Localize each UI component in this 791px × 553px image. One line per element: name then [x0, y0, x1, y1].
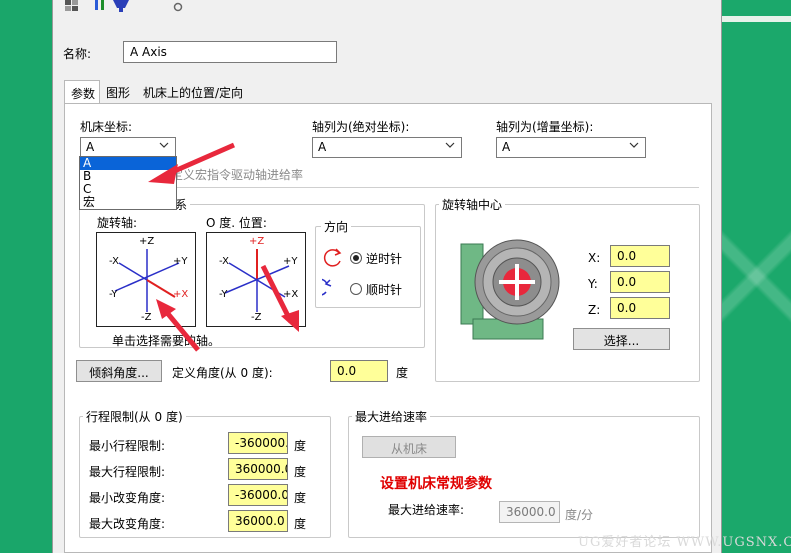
axis-ny-zero: -Y — [219, 289, 228, 300]
max-feed-unit: 度/分 — [565, 508, 594, 522]
machine-coord-value: A — [86, 140, 95, 154]
abs-coord-value: A — [318, 140, 327, 154]
axis-pz-zero: +Z — [249, 236, 265, 247]
max-travel-label: 最大行程限制: — [89, 465, 166, 479]
max-change-input[interactable]: 36000.0 — [228, 510, 288, 532]
abs-coord-label: 轴列为(绝对坐标): — [312, 120, 410, 134]
annotation-arrow-icon — [148, 142, 236, 184]
direction-title: 方向 — [321, 218, 352, 235]
center-x-input[interactable]: 0.0 — [610, 245, 670, 267]
axis-ny: -Y — [109, 289, 118, 300]
center-z-input[interactable]: 0.0 — [610, 297, 670, 319]
rotary-axis-dialog: 名称: A Axis 参数 图形 机床上的位置/定向 机床坐标: A 轴列为(绝… — [52, 0, 722, 553]
min-travel-unit: 度 — [294, 439, 307, 453]
define-angle-unit: 度 — [396, 366, 409, 380]
min-change-label: 最小改变角度: — [89, 491, 166, 505]
chevron-down-icon — [445, 142, 455, 148]
travel-limits-title: 行程限制(从 0 度) — [83, 408, 186, 425]
info-icon[interactable] — [173, 0, 187, 12]
inc-coord-value: A — [502, 140, 511, 154]
max-change-label: 最大改变角度: — [89, 517, 166, 531]
ccw-label: 逆时针 — [366, 252, 403, 266]
chevron-down-icon — [629, 142, 639, 148]
background-pattern — [722, 0, 791, 553]
dropdown-option-macro[interactable]: 宏 — [80, 196, 176, 209]
max-travel-unit: 度 — [294, 465, 307, 479]
cw-arrow-icon — [322, 278, 332, 296]
center-z-label: Z: — [588, 303, 601, 317]
tab-machine-position[interactable]: 机床上的位置/定向 — [137, 80, 249, 104]
ccw-radio[interactable] — [350, 252, 362, 264]
cw-radio[interactable] — [350, 283, 362, 295]
tab-parameters[interactable]: 参数 — [64, 80, 100, 105]
axis-nx-zero: -X — [219, 256, 229, 267]
name-label: 名称: — [63, 47, 92, 61]
axis-nx: -X — [109, 256, 119, 267]
inc-coord-combo[interactable]: A — [496, 137, 646, 158]
toolbar — [63, 0, 183, 14]
cw-label: 顺时针 — [366, 283, 403, 297]
min-travel-input[interactable]: -360000.0 — [228, 432, 288, 454]
zero-position-label: O 度. 位置: — [206, 216, 267, 230]
axis-py: +Y — [173, 256, 188, 267]
min-change-input[interactable]: -36000.0 — [228, 484, 288, 506]
tilt-angle-button[interactable]: 倾斜角度... — [76, 360, 162, 382]
tab-graphics[interactable]: 图形 — [100, 80, 136, 104]
max-feed-title: 最大进给速率 — [352, 408, 431, 425]
max-travel-input[interactable]: 360000.0 — [228, 458, 288, 480]
ccw-arrow-icon — [323, 248, 342, 267]
axis-pz: +Z — [139, 236, 155, 247]
annotation-text: 设置机床常规参数 — [380, 476, 492, 492]
tool-icon[interactable] — [93, 0, 107, 12]
watermark: UG爱好者论坛 WWW.UGSNX.COM — [578, 535, 791, 550]
define-angle-label: 定义角度(从 0 度): — [172, 366, 273, 380]
annotation-arrow-icon — [260, 264, 299, 332]
rotary-axis-label: 旋转轴: — [97, 216, 138, 230]
center-y-label: Y: — [588, 277, 598, 291]
max-feed-label: 最大进给速率: — [388, 503, 465, 517]
rotary-table-image — [460, 239, 560, 340]
define-angle-input[interactable]: 0.0 — [330, 360, 388, 382]
rotary-center-title: 旋转轴中心 — [439, 196, 506, 213]
min-travel-label: 最小行程限制: — [89, 439, 166, 453]
inc-coord-label: 轴列为(增量坐标): — [496, 120, 594, 134]
center-y-input[interactable]: 0.0 — [610, 271, 670, 293]
abs-coord-combo[interactable]: A — [312, 137, 462, 158]
annotation-arrow-icon — [156, 299, 200, 352]
machine-coord-label: 机床坐标: — [80, 120, 133, 134]
select-center-button[interactable]: 选择... — [573, 328, 670, 350]
from-machine-button[interactable]: 从机床 — [362, 436, 456, 458]
grid-icon[interactable] — [65, 0, 79, 12]
background-band — [722, 16, 791, 22]
min-change-unit: 度 — [294, 491, 307, 505]
name-input[interactable]: A Axis — [123, 41, 337, 63]
spindle-icon[interactable] — [111, 0, 129, 12]
max-change-unit: 度 — [294, 517, 307, 531]
max-feed-input[interactable]: 36000.0 — [499, 501, 560, 523]
center-x-label: X: — [588, 251, 601, 265]
